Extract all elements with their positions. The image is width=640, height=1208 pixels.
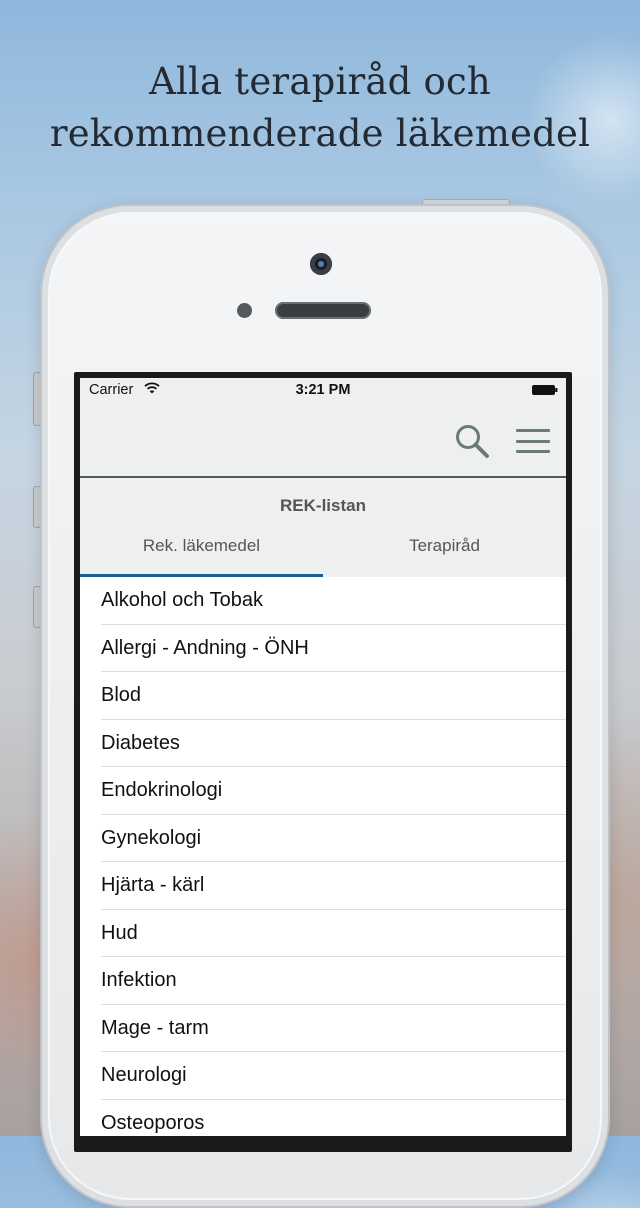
earpiece-speaker [275,302,371,319]
selected-tab-indicator [80,574,323,577]
headline-line-1: Alla terapiråd och [149,60,491,103]
headline-line-2: rekommenderade läkemedel [49,112,591,155]
promo-headline: Alla terapiråd och rekommenderade läkeme… [0,56,640,160]
list-item-blod[interactable]: Blod [101,672,566,720]
list-item-alkohol-och-tobak[interactable]: Alkohol och Tobak [101,577,566,625]
list-item-diabetes[interactable]: Diabetes [101,720,566,767]
app-screen: Carrier 3:21 PM REK-listan Rek. läkemede… [80,378,566,1136]
list-item-infektion[interactable]: Infektion [101,957,566,1005]
list-item-hjarta-karl[interactable]: Hjärta - kärl [101,862,566,910]
list-item-osteoporos[interactable]: Osteoporos [101,1100,566,1137]
status-bar: Carrier 3:21 PM [80,378,566,404]
tab-rek-lakemedel[interactable]: Rek. läkemedel [80,536,323,556]
section-title: REK-listan [280,496,366,515]
status-time: 3:21 PM [295,382,351,398]
tab-terapirad[interactable]: Terapiråd [323,536,566,556]
list-item-neurologi[interactable]: Neurologi [101,1052,566,1100]
list-item-endokrinologi[interactable]: Endokrinologi [101,767,566,815]
battery-icon [532,385,558,395]
list-item-mage-tarm[interactable]: Mage - tarm [101,1005,566,1052]
category-list: Alkohol och Tobak Allergi - Andning - ÖN… [80,577,566,1136]
list-item-hud[interactable]: Hud [101,910,566,957]
screen-bezel-right [566,378,572,1136]
camera-lens [318,261,324,267]
section-header: REK-listan Rek. läkemedel Terapiråd [80,478,566,577]
proximity-sensor [237,303,252,318]
hamburger-menu-icon[interactable] [516,429,550,453]
list-item-gynekologi[interactable]: Gynekologi [101,815,566,862]
navigation-bar [80,404,566,478]
search-icon[interactable] [454,423,490,459]
list-item-allergi-andning-onh[interactable]: Allergi - Andning - ÖNH [101,625,566,672]
